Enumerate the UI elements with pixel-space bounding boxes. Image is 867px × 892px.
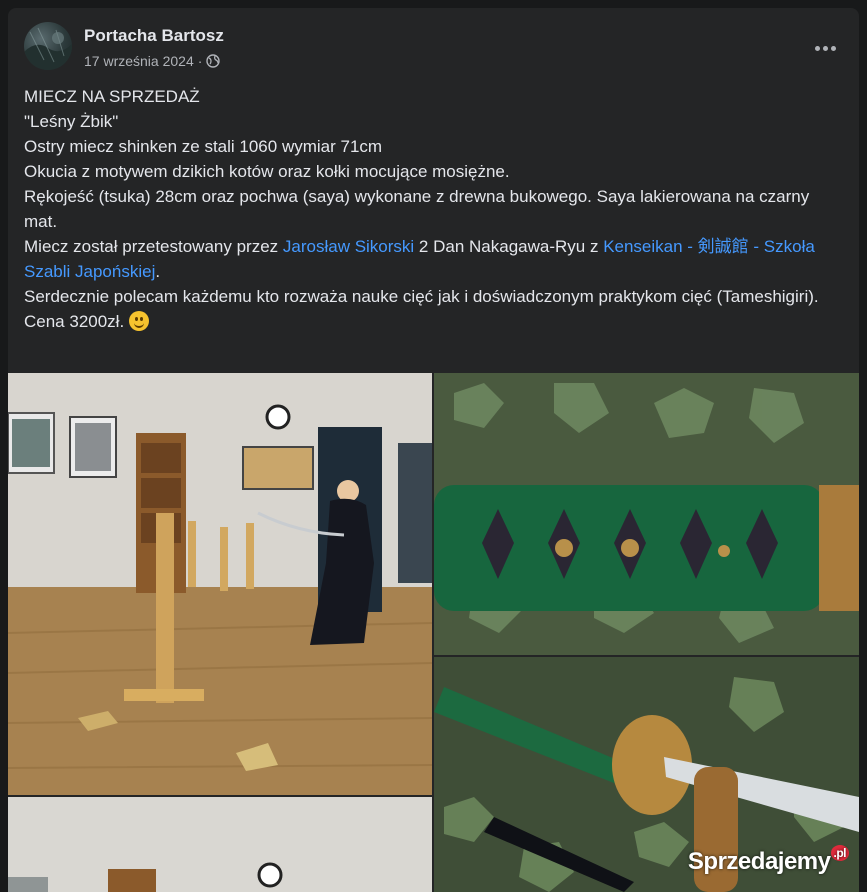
photo-grid: Sprzedajemy .pl <box>8 373 859 892</box>
post-line: Okucia z motywem dzikich kotów oraz kołk… <box>24 162 510 181</box>
post-line: Rękojeść (tsuka) 28cm oraz pochwa (saya)… <box>24 187 810 231</box>
post-meta: 17 września 2024 · <box>84 53 221 69</box>
mention-link-person[interactable]: Jarosław Sikorski <box>283 237 414 256</box>
author-name[interactable]: Portacha Bartosz <box>84 26 224 46</box>
photo-sword-ivy[interactable]: Sprzedajemy .pl <box>434 657 859 892</box>
post-header: Portacha Bartosz 17 września 2024 · <box>24 22 843 74</box>
more-options-button[interactable] <box>807 30 843 66</box>
photo-dojo-cutting[interactable] <box>8 373 432 795</box>
more-options-icon <box>814 45 836 51</box>
watermark: Sprzedajemy .pl <box>688 845 849 876</box>
photo-dojo-second[interactable] <box>8 797 432 892</box>
post-line: Miecz został przetestowany przez Jarosła… <box>24 237 815 281</box>
avatar[interactable] <box>24 22 72 70</box>
post-line: MIECZ NA SPRZEDAŻ <box>24 87 200 106</box>
post-card: Portacha Bartosz 17 września 2024 · MIEC… <box>8 8 859 892</box>
globe-icon <box>206 54 221 68</box>
post-line: Ostry miecz shinken ze stali 1060 wymiar… <box>24 137 383 156</box>
photo-handle-closeup[interactable] <box>434 373 859 655</box>
meta-separator: · <box>197 53 203 69</box>
post-line: Serdecznie polecam każdemu kto rozważa n… <box>24 287 819 306</box>
post-line: Cena 3200zł. <box>24 309 844 334</box>
smile-emoji <box>128 311 149 331</box>
post-date[interactable]: 17 września 2024 <box>84 53 194 69</box>
post-text: MIECZ NA SPRZEDAŻ "Leśny Żbik" Ostry mie… <box>24 84 844 334</box>
post-line: "Leśny Żbik" <box>24 112 119 131</box>
